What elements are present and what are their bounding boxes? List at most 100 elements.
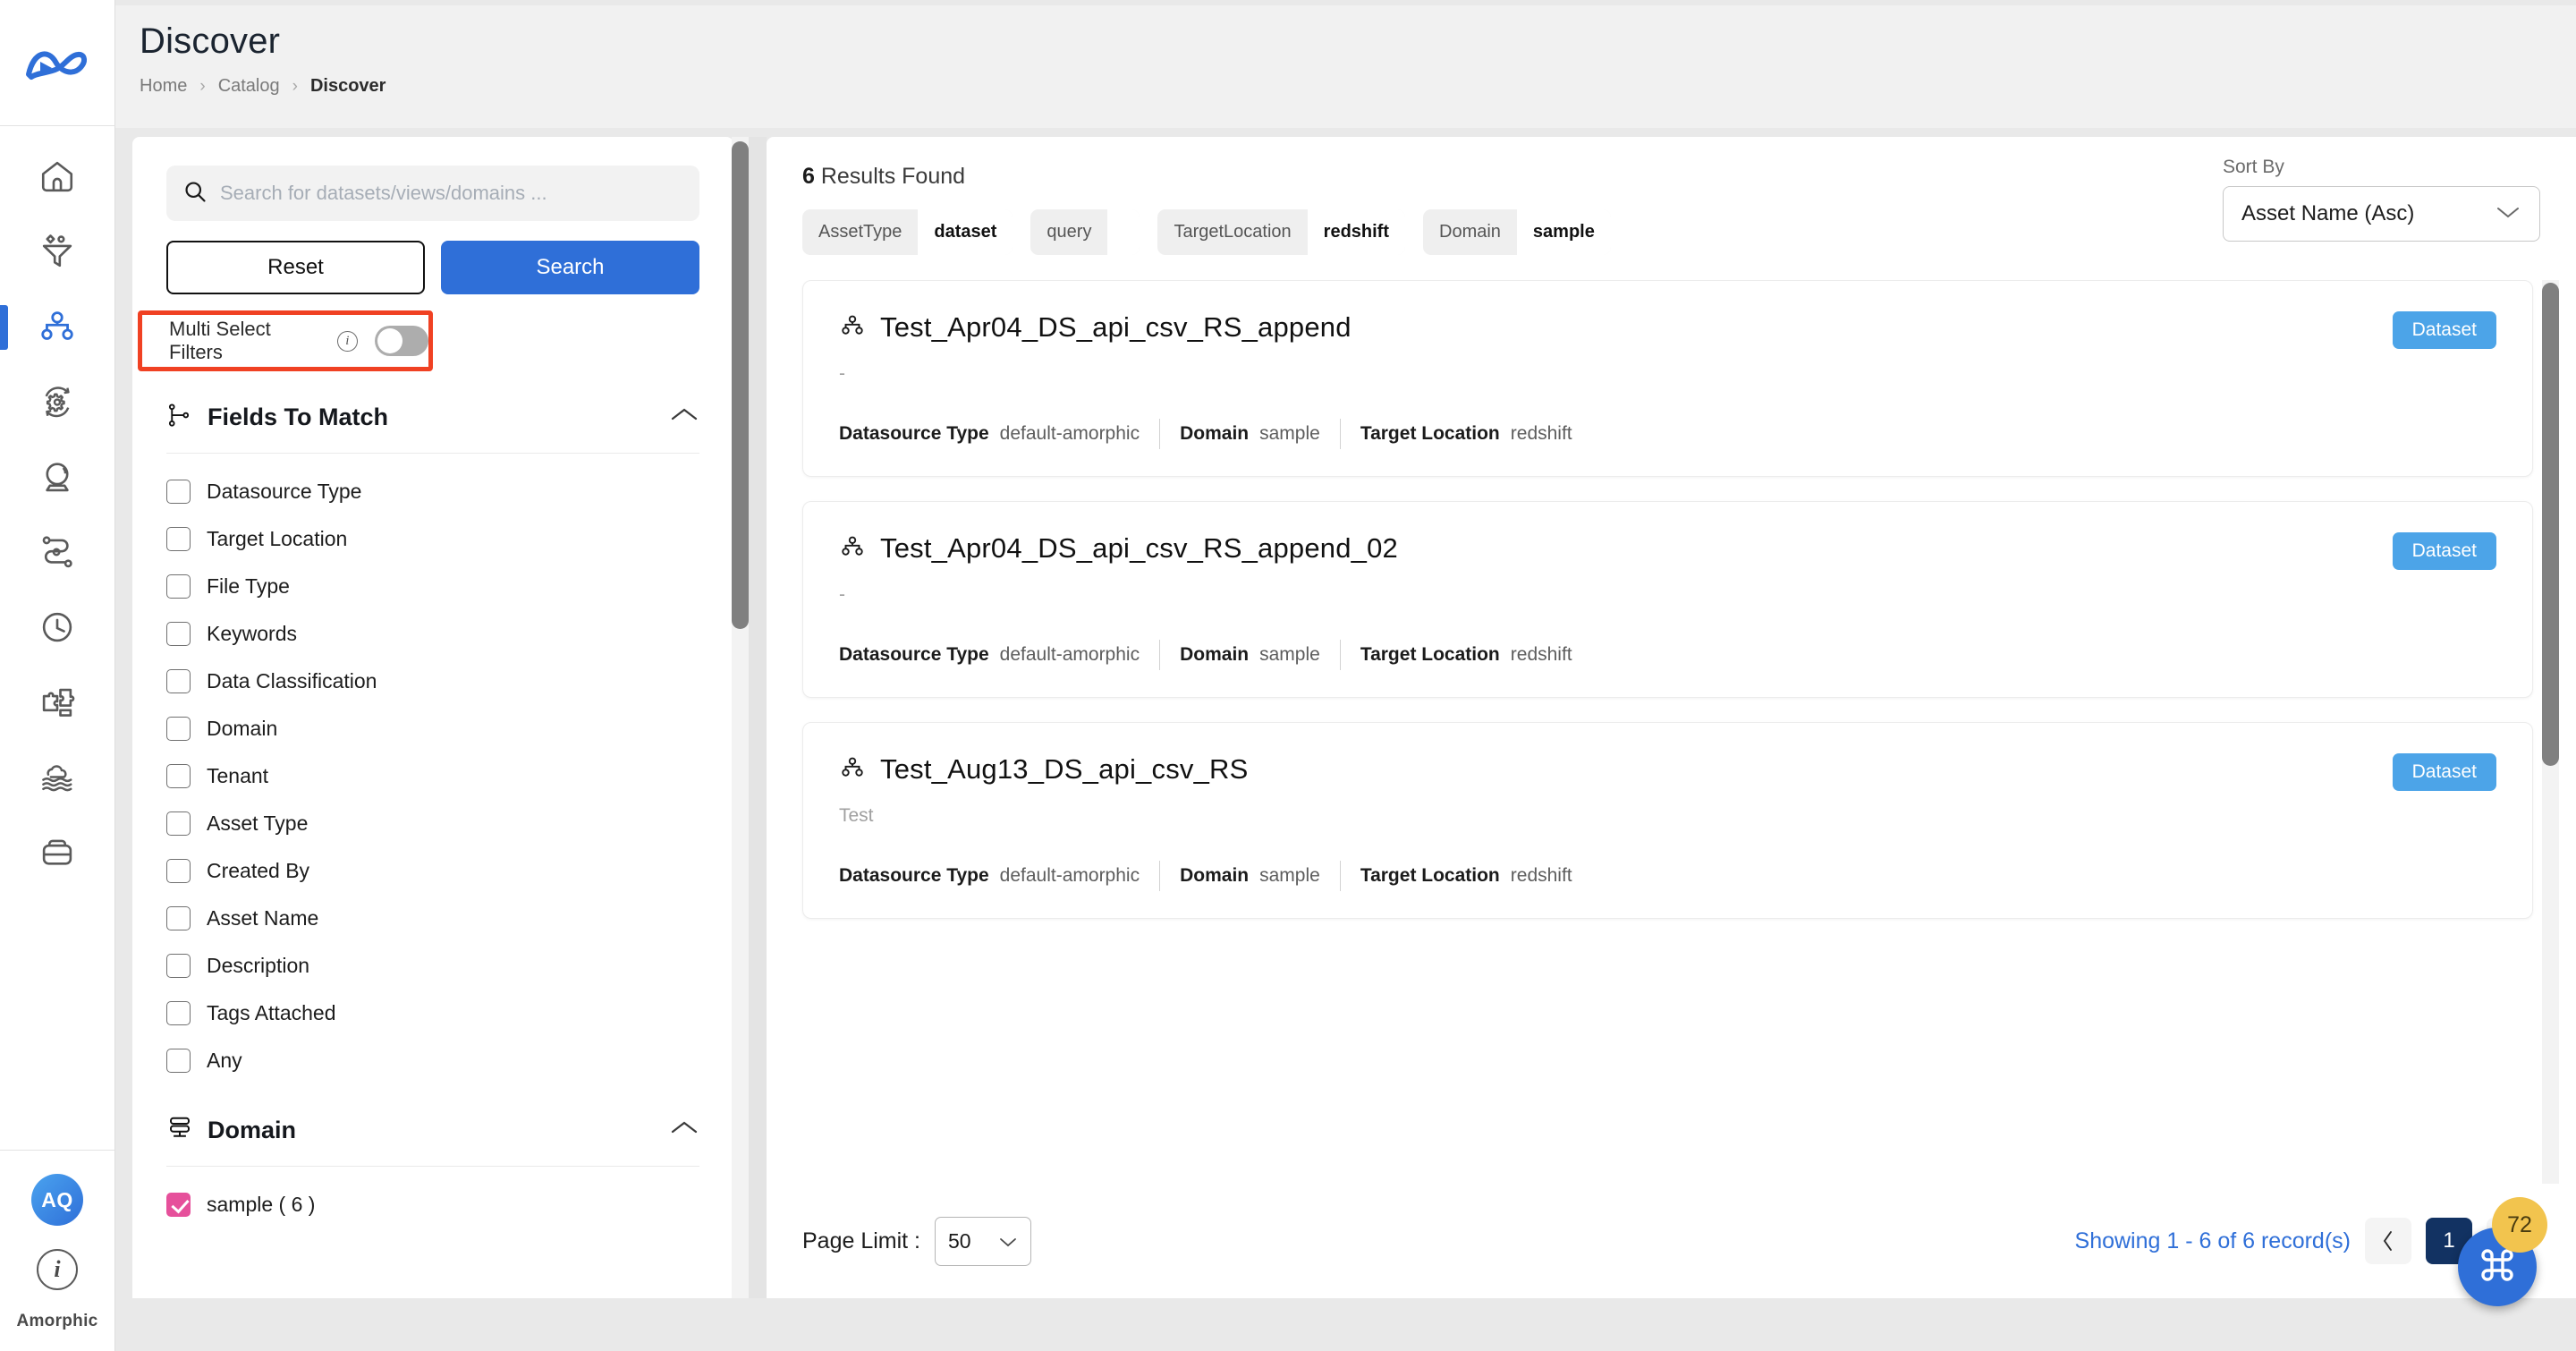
breadcrumb-item-catalog[interactable]: Catalog bbox=[218, 76, 280, 97]
checkbox[interactable] bbox=[166, 1001, 191, 1025]
nav-items bbox=[0, 126, 114, 890]
filter-option-label: Created By bbox=[207, 859, 310, 882]
filter-option-domain[interactable]: Domain bbox=[166, 705, 699, 752]
checkbox[interactable] bbox=[166, 811, 191, 836]
filter-panel-scroll-content: Reset Search Multi Select Filters i bbox=[132, 137, 733, 1298]
sidebar-item-integrations[interactable] bbox=[0, 665, 114, 740]
amorphic-logo-icon[interactable] bbox=[25, 38, 89, 91]
chevron-up-icon[interactable] bbox=[669, 405, 699, 429]
dataset-nodes-icon bbox=[839, 533, 866, 565]
pagination-prev-button[interactable] bbox=[2365, 1218, 2411, 1264]
filter-option-keywords[interactable]: Keywords bbox=[166, 610, 699, 658]
meta-value: redshift bbox=[1510, 423, 1572, 444]
showing-records-label[interactable]: Showing 1 - 6 of 6 record(s) bbox=[2075, 1228, 2351, 1254]
meta-domain: Domain sample bbox=[1180, 644, 1340, 666]
filter-option-asset-name[interactable]: Asset Name bbox=[166, 895, 699, 942]
breadcrumb-item-home[interactable]: Home bbox=[140, 76, 187, 97]
sidebar-item-datalake[interactable] bbox=[0, 740, 114, 815]
page-limit-value: 50 bbox=[948, 1228, 971, 1253]
checkbox[interactable] bbox=[166, 480, 191, 504]
breadcrumb-item-discover: Discover bbox=[309, 76, 386, 96]
sidebar-item-automation[interactable] bbox=[0, 364, 114, 439]
sidebar-item-insights[interactable] bbox=[0, 439, 114, 514]
checkbox[interactable] bbox=[166, 1049, 191, 1073]
sidebar-item-ingestion[interactable] bbox=[0, 214, 114, 289]
checkbox[interactable] bbox=[166, 906, 191, 930]
sidebar-item-schedules[interactable] bbox=[0, 590, 114, 665]
filter-chip-assettype[interactable]: AssetType dataset bbox=[802, 209, 1013, 255]
filter-option-datasource-type[interactable]: Datasource Type bbox=[166, 468, 699, 515]
result-card[interactable]: Test_Apr04_DS_api_csv_RS_append Dataset … bbox=[802, 280, 2533, 477]
result-title[interactable]: Test_Aug13_DS_api_csv_RS bbox=[880, 753, 1249, 786]
meta-value: sample bbox=[1259, 865, 1320, 886]
multi-select-filters-toggle[interactable] bbox=[374, 326, 429, 356]
filter-option-label: Keywords bbox=[207, 622, 297, 645]
filter-option-tenant[interactable]: Tenant bbox=[166, 752, 699, 800]
filter-chip-domain[interactable]: Domain sample bbox=[1423, 209, 1611, 255]
filter-option-description[interactable]: Description bbox=[166, 942, 699, 990]
sidebar-item-workflows[interactable] bbox=[0, 514, 114, 590]
sidebar-item-catalog[interactable] bbox=[0, 289, 114, 364]
results-list: Test_Apr04_DS_api_csv_RS_append Dataset … bbox=[767, 280, 2576, 1184]
filter-option-any[interactable]: Any bbox=[166, 1037, 699, 1084]
domain-options: sample ( 6 ) bbox=[166, 1167, 699, 1228]
filter-chip-query[interactable]: query bbox=[1030, 209, 1140, 255]
dataset-nodes-icon bbox=[839, 312, 866, 344]
result-title[interactable]: Test_Apr04_DS_api_csv_RS_append_02 bbox=[880, 532, 1398, 565]
chip-key: query bbox=[1046, 222, 1092, 242]
results-scrollbar-thumb[interactable] bbox=[2542, 283, 2559, 766]
meta-domain: Domain sample bbox=[1180, 865, 1340, 887]
section-header-fields-to-match[interactable]: Fields To Match bbox=[166, 402, 699, 454]
sidebar-item-storage[interactable] bbox=[0, 815, 114, 890]
result-description: - bbox=[839, 363, 845, 384]
sidebar-item-home[interactable] bbox=[0, 139, 114, 214]
filter-option-data-classification[interactable]: Data Classification bbox=[166, 658, 699, 705]
card-title-row: Test_Apr04_DS_api_csv_RS_append_02 bbox=[839, 532, 2496, 565]
multi-select-info-icon[interactable]: i bbox=[337, 330, 358, 352]
checkbox[interactable] bbox=[166, 954, 191, 978]
filter-option-target-location[interactable]: Target Location bbox=[166, 515, 699, 563]
result-card[interactable]: Test_Apr04_DS_api_csv_RS_append_02 Datas… bbox=[802, 501, 2533, 698]
filter-option-asset-type[interactable]: Asset Type bbox=[166, 800, 699, 847]
result-title[interactable]: Test_Apr04_DS_api_csv_RS_append bbox=[880, 311, 1352, 344]
checkbox[interactable] bbox=[166, 859, 191, 883]
asset-type-badge: Dataset bbox=[2392, 311, 2496, 349]
checkbox[interactable] bbox=[166, 669, 191, 693]
results-footer: Page Limit : 50 Showing 1 - 6 of 6 recor… bbox=[767, 1184, 2576, 1298]
filter-option-label: Domain bbox=[207, 717, 278, 740]
fields-to-match-options: Datasource Type Target Location File Typ… bbox=[166, 454, 699, 1084]
chip-value bbox=[1107, 209, 1140, 255]
filter-chip-targetlocation[interactable]: TargetLocation redshift bbox=[1157, 209, 1405, 255]
result-card[interactable]: Test_Aug13_DS_api_csv_RS Dataset Test Da… bbox=[802, 722, 2533, 919]
checkbox[interactable] bbox=[166, 717, 191, 741]
meta-target-location: Target Location redshift bbox=[1360, 644, 1592, 666]
filter-option-created-by[interactable]: Created By bbox=[166, 847, 699, 895]
search-button[interactable]: Search bbox=[441, 241, 699, 294]
checkbox[interactable] bbox=[166, 574, 191, 599]
filter-option-label: Tags Attached bbox=[207, 1001, 336, 1024]
filter-option-file-type[interactable]: File Type bbox=[166, 563, 699, 610]
search-box[interactable] bbox=[166, 166, 699, 221]
filter-option-domain-sample[interactable]: sample ( 6 ) bbox=[166, 1181, 699, 1228]
info-icon[interactable]: i bbox=[37, 1249, 78, 1290]
reset-button[interactable]: Reset bbox=[166, 241, 425, 294]
page-limit-select[interactable]: 50 bbox=[935, 1216, 1032, 1266]
filter-option-label: sample ( 6 ) bbox=[207, 1193, 316, 1216]
avatar[interactable]: AQ bbox=[31, 1174, 83, 1226]
checkbox[interactable] bbox=[166, 527, 191, 551]
filter-panel-scrollbar-thumb[interactable] bbox=[732, 141, 749, 629]
sort-by-control: Sort By Asset Name (Asc) bbox=[2223, 157, 2540, 242]
meta-divider bbox=[1339, 861, 1341, 891]
result-meta: Datasource Type default-amorphic Domain … bbox=[839, 640, 2496, 670]
sort-by-select[interactable]: Asset Name (Asc) bbox=[2223, 186, 2540, 242]
chevron-up-icon[interactable] bbox=[669, 1118, 699, 1143]
checkbox[interactable] bbox=[166, 622, 191, 646]
checkbox[interactable] bbox=[166, 1193, 191, 1217]
section-header-domain[interactable]: Domain bbox=[166, 1115, 699, 1167]
search-input[interactable] bbox=[220, 182, 683, 205]
asset-type-badge: Dataset bbox=[2392, 753, 2496, 791]
filter-option-tags-attached[interactable]: Tags Attached bbox=[166, 990, 699, 1037]
result-description: Test bbox=[839, 805, 874, 826]
page-limit-control: Page Limit : 50 bbox=[802, 1216, 1032, 1266]
checkbox[interactable] bbox=[166, 764, 191, 788]
